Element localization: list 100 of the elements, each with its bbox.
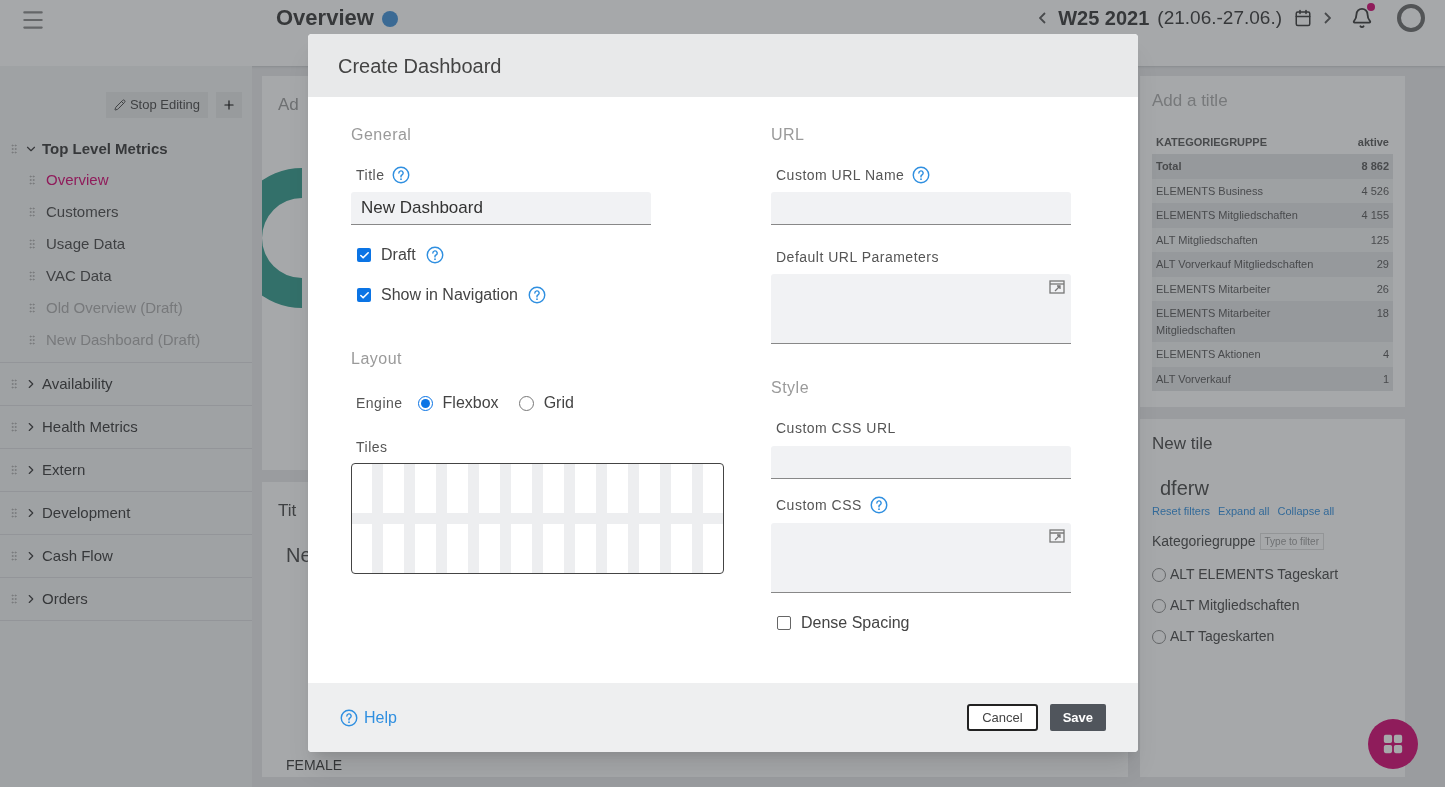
text-area[interactable]	[771, 274, 1071, 344]
table-cell: ELEMENTS Mitarbeiter	[1152, 276, 1354, 301]
calendar-icon[interactable]	[1294, 9, 1312, 27]
filter-option[interactable]: ALT ELEMENTS Tageskart	[1152, 564, 1393, 585]
page-title: Overview	[276, 5, 374, 31]
field-label: Tiles	[356, 437, 388, 457]
sidebar-group[interactable]: Development	[0, 498, 252, 528]
sidebar-group[interactable]: Cash Flow	[0, 541, 252, 571]
drag-handle-icon[interactable]	[26, 238, 38, 250]
plus-icon	[222, 98, 236, 112]
drag-handle-icon[interactable]	[8, 143, 20, 155]
field-label: Engine	[356, 393, 403, 413]
drag-handle-icon[interactable]	[8, 378, 20, 390]
help-icon[interactable]	[392, 166, 411, 184]
table-cell: ELEMENTS Aktionen	[1152, 342, 1354, 367]
drag-handle-icon[interactable]	[26, 334, 38, 346]
sidebar-group[interactable]: Availability	[0, 369, 252, 399]
drag-handle-icon[interactable]	[26, 302, 38, 314]
sidebar-group[interactable]: Top Level Metrics	[0, 134, 252, 164]
sidebar-group[interactable]: Extern	[0, 455, 252, 485]
drag-handle-icon[interactable]	[8, 421, 20, 433]
expand-icon[interactable]	[1049, 280, 1065, 294]
drag-handle-icon[interactable]	[8, 507, 20, 519]
table-cell: ELEMENTS Mitarbeiter Mitgliedschaften	[1152, 301, 1354, 342]
table-cell: ALT Vorverkauf	[1152, 366, 1354, 391]
section-heading: General	[351, 125, 413, 145]
drag-handle-icon[interactable]	[8, 464, 20, 476]
checkbox-label[interactable]: Show in Navigation	[381, 283, 518, 307]
checkbox-label[interactable]: Dense Spacing	[801, 611, 910, 635]
table-cell: 4 526	[1353, 178, 1393, 203]
tile-title: New tile	[1152, 434, 1213, 453]
drag-handle-icon[interactable]	[8, 550, 20, 562]
section-heading: URL	[771, 125, 806, 145]
help-link[interactable]: Help	[340, 705, 397, 730]
help-icon[interactable]	[340, 708, 358, 727]
radio-option[interactable]: Flexbox	[417, 391, 499, 415]
table-cell: 29	[1353, 252, 1393, 277]
week-label[interactable]: W25 2021	[1058, 5, 1150, 31]
table-cell: 1	[1353, 366, 1393, 391]
column-header[interactable]: aktive	[1353, 129, 1393, 154]
table-cell: ELEMENTS Business	[1152, 178, 1354, 203]
help-icon[interactable]	[912, 166, 931, 184]
sidebar-item[interactable]: Customers	[46, 200, 119, 224]
filter-option[interactable]: ALT Mitgliedschaften	[1152, 595, 1393, 616]
table-cell: 125	[1353, 227, 1393, 252]
next-icon[interactable]	[1324, 12, 1331, 24]
stop-editing-button[interactable]: Stop Editing	[105, 92, 208, 118]
table-cell: 4 155	[1353, 203, 1393, 228]
date-range: (21.06.-27.06.)	[1157, 6, 1282, 30]
expand-icon[interactable]	[1049, 529, 1065, 543]
checkbox[interactable]	[357, 288, 371, 302]
input-field[interactable]	[771, 446, 1071, 479]
sidebar-group[interactable]: Orders	[0, 584, 252, 614]
grid-icon	[1382, 733, 1404, 755]
column-header[interactable]: KATEGORIEGRUPPE	[1152, 129, 1354, 154]
link[interactable]: Reset filters	[1152, 502, 1211, 519]
checkbox-label[interactable]: Draft	[381, 243, 416, 267]
pencil-icon	[113, 99, 126, 111]
add-button[interactable]	[216, 92, 242, 118]
field-label: Custom CSS	[776, 495, 862, 515]
save-button[interactable]: Save	[1049, 704, 1106, 731]
section-heading: Style	[771, 378, 811, 398]
link[interactable]: Collapse all	[1277, 502, 1335, 519]
sidebar-item[interactable]: Overview	[46, 168, 109, 192]
dialog-title: Create Dashboard	[338, 53, 502, 79]
tile-grid-preview[interactable]	[351, 463, 724, 574]
drag-handle-icon[interactable]	[8, 593, 20, 605]
field-label: Custom URL Name	[776, 165, 905, 185]
field-label: Default URL Parameters	[776, 247, 939, 267]
table-cell: 18	[1353, 301, 1393, 342]
help-icon[interactable]	[869, 496, 888, 514]
cancel-button[interactable]: Cancel	[967, 704, 1038, 731]
tile-title: Ad	[278, 95, 299, 114]
tile-title: Tit	[278, 500, 297, 522]
filter-option[interactable]: ALT Tageskarten	[1152, 626, 1393, 647]
tile-subtitle: dferw	[1160, 475, 1210, 501]
avatar[interactable]	[1397, 4, 1425, 32]
field-label: Custom CSS URL	[776, 418, 896, 438]
checkbox[interactable]	[777, 616, 791, 630]
link[interactable]: Expand all	[1218, 502, 1270, 519]
field-label: Title	[356, 165, 385, 185]
help-icon[interactable]	[527, 286, 546, 304]
checkbox[interactable]	[357, 248, 371, 262]
sidebar-item[interactable]: VAC Data	[46, 264, 112, 288]
drag-handle-icon[interactable]	[26, 270, 38, 282]
group-label[interactable]: Kategoriegruppe	[1152, 531, 1256, 552]
help-icon[interactable]	[425, 246, 444, 264]
input-field[interactable]	[771, 192, 1071, 225]
previous-icon[interactable]	[1039, 12, 1047, 24]
info-icon[interactable]	[381, 11, 398, 27]
filter-option[interactable]: FEMALE	[286, 757, 342, 773]
table-cell: 26	[1353, 276, 1393, 301]
drag-handle-icon[interactable]	[26, 174, 38, 186]
title-field[interactable]: New Dashboard	[351, 192, 651, 225]
sidebar-group[interactable]: Health Metrics	[0, 412, 252, 442]
drag-handle-icon[interactable]	[26, 206, 38, 218]
text-area[interactable]	[771, 523, 1071, 593]
table-cell: Total	[1152, 154, 1354, 179]
radio-option[interactable]: Grid	[518, 391, 574, 415]
sidebar-item[interactable]: Usage Data	[46, 232, 126, 256]
